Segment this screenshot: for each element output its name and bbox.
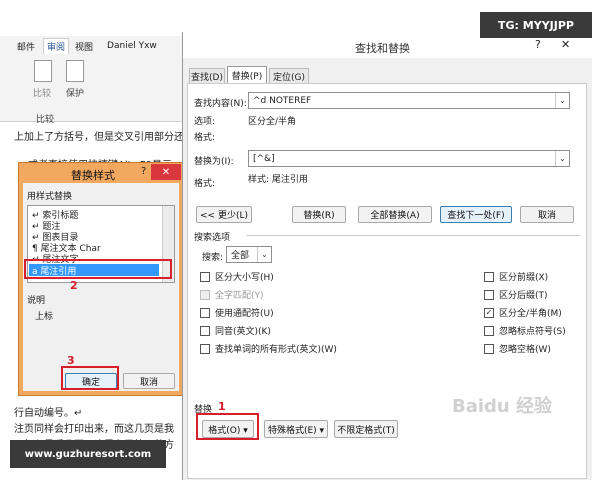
replace-all-button[interactable]: 全部替换(A) <box>358 206 432 223</box>
checkbox-wildcards[interactable]: 使用通配符(U) <box>200 306 274 319</box>
ribbon-tabs: 邮件 审阅 视图 Daniel Yxw <box>0 38 185 54</box>
replace-input[interactable]: [^&] ⌄ <box>248 150 570 167</box>
replace-button[interactable]: 替换(R) <box>292 206 346 223</box>
compare-label: 比较 <box>33 89 52 99</box>
tab-mail[interactable]: 邮件 <box>17 40 35 53</box>
checkbox-sounds-like[interactable]: 同音(英文)(K) <box>200 324 271 337</box>
less-button[interactable]: << 更少(L) <box>196 206 252 223</box>
close-icon[interactable]: ✕ <box>561 38 570 51</box>
search-options-label: 搜索选项 <box>194 233 231 243</box>
protect-icon[interactable] <box>66 60 84 82</box>
compare-group-label: 比较 <box>36 115 55 125</box>
compare-icon[interactable] <box>34 60 52 82</box>
checkbox-box[interactable] <box>484 271 494 282</box>
desc-value: 上标 <box>35 312 54 322</box>
no-format-button[interactable]: 不限定格式(T) <box>334 420 398 438</box>
find-dialog-title: 查找和替换 <box>355 42 410 55</box>
close-button[interactable]: ✕ <box>151 164 181 180</box>
search-options-divider <box>246 235 580 236</box>
replace-label: 替换为(I): <box>194 157 234 167</box>
checkbox-box[interactable] <box>484 343 494 354</box>
tab-view[interactable]: 视图 <box>75 40 93 53</box>
style-list-label: 用样式替换 <box>27 192 73 202</box>
annotation-1: 1 <box>218 400 226 413</box>
checkbox-prefix[interactable]: 区分前缀(X) <box>484 270 548 283</box>
find-label: 查找内容(N): <box>194 99 247 109</box>
baidu-watermark: Baidu 经验 <box>452 396 553 417</box>
cancel-button[interactable]: 取消 <box>520 206 574 223</box>
checkbox-punctuation[interactable]: 忽略标点符号(S) <box>484 324 566 337</box>
chevron-down-icon[interactable]: ⌄ <box>555 151 569 166</box>
annotation-2: 2 <box>70 279 78 292</box>
options-value: 区分全/半角 <box>248 117 297 127</box>
protect-label: 保护 <box>66 89 85 99</box>
checkbox-box[interactable]: ✓ <box>484 307 494 318</box>
options-label: 选项: <box>194 117 216 127</box>
checkbox-all-forms[interactable]: 查找单词的所有形式(英文)(W) <box>200 342 337 355</box>
format-label: 格式: <box>194 133 216 143</box>
desc-label: 说明 <box>27 296 46 306</box>
chevron-down-icon[interactable]: ⌄ <box>555 93 569 108</box>
highlight-box-1 <box>196 413 259 440</box>
tab-replace[interactable]: 替换(P) <box>227 66 267 84</box>
checkbox-box[interactable] <box>484 289 494 300</box>
style-dialog: 替换样式 ? ✕ 用样式替换 ↵ 索引标题 ↵ 题注 ↵ 图表目录 ¶ 尾注文本… <box>18 162 184 396</box>
find-next-button[interactable]: 查找下一处(F) <box>440 206 512 223</box>
annotation-3: 3 <box>67 354 75 367</box>
search-label: 搜索: <box>202 253 224 263</box>
watermark-top-text: TG: MYYJJPP <box>498 18 574 32</box>
format-value-2: 样式: 尾注引用 <box>248 175 308 185</box>
doc-line-1: 上加上了方括号，但是交叉引用部分还 <box>14 132 184 143</box>
checkbox-box[interactable] <box>200 307 210 318</box>
help-icon[interactable]: ? <box>141 166 146 177</box>
checkbox-box[interactable] <box>200 343 210 354</box>
checkbox-box <box>200 289 210 300</box>
watermark-bottom-text: www.guzhuresort.com <box>24 448 152 460</box>
checkbox-box[interactable] <box>484 325 494 336</box>
cancel-button[interactable]: 取消 <box>123 373 175 389</box>
checkbox-suffix[interactable]: 区分后缀(T) <box>484 288 548 301</box>
tab-goto[interactable]: 定位(G) <box>269 68 309 84</box>
checkbox-whole-word: 全字匹配(Y) <box>200 288 264 301</box>
chevron-down-icon[interactable]: ⌄ <box>257 247 271 262</box>
checkbox-width[interactable]: ✓ 区分全/半角(M) <box>484 306 562 319</box>
watermark-bottom-badge: www.guzhuresort.com <box>10 440 166 468</box>
checkbox-box[interactable] <box>200 271 210 282</box>
format-label-2: 格式: <box>194 179 216 189</box>
checkbox-match-case[interactable]: 区分大小写(H) <box>200 270 274 283</box>
watermark-top-badge: TG: MYYJJPP <box>480 12 592 38</box>
ribbon-user: Daniel Yxw <box>107 41 157 51</box>
tab-find[interactable]: 查找(D) <box>189 68 225 84</box>
help-icon[interactable]: ? <box>535 38 541 51</box>
checkbox-box[interactable] <box>200 325 210 336</box>
highlight-box-2 <box>24 259 172 279</box>
special-format-button[interactable]: 特殊格式(E) ▾ <box>264 420 328 438</box>
doc-line-4: 注页同样会打印出来，而这几页是我 <box>14 424 174 435</box>
search-select[interactable]: 全部 ⌄ <box>226 246 272 263</box>
highlight-box-3 <box>61 366 119 390</box>
style-dialog-body: 用样式替换 ↵ 索引标题 ↵ 题注 ↵ 图表目录 ¶ 尾注文本 Char ↵ 尾… <box>23 183 179 391</box>
style-dialog-title: 替换样式 <box>71 169 115 182</box>
doc-line-3: 行自动编号。↵ <box>14 408 83 419</box>
checkbox-whitespace[interactable]: 忽略空格(W) <box>484 342 551 355</box>
find-input[interactable]: ^d NOTEREF ⌄ <box>248 92 570 109</box>
tab-review[interactable]: 审阅 <box>43 38 70 54</box>
